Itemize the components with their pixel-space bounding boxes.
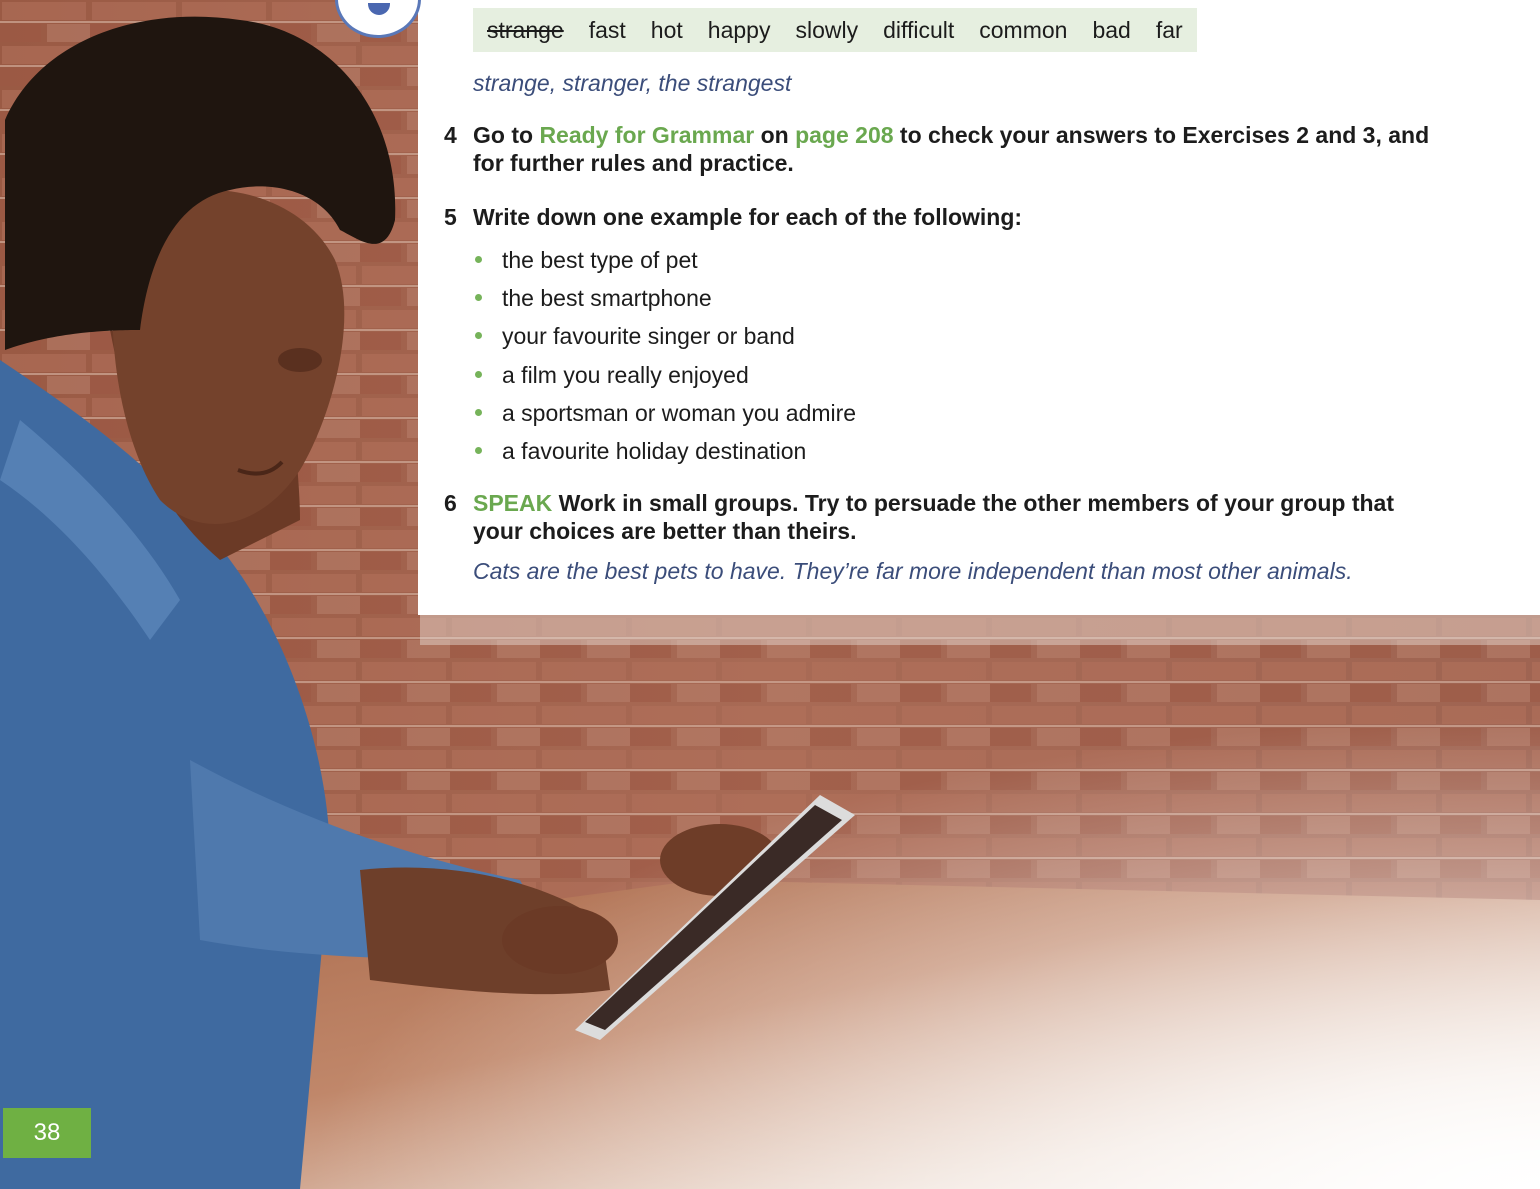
list-item: the best smartphone [473,284,856,322]
speech-icon [368,3,390,15]
list-item: your favourite singer or band [473,322,856,360]
exercise-4-text-a: Go to [473,122,540,148]
exercise-6-text: SPEAK Work in small groups. Try to persu… [473,489,1444,545]
word-happy: happy [707,16,771,43]
exercise-number: 5 [444,204,457,230]
list-item-text: your favourite singer or band [502,323,795,350]
list-item: a film you really enjoyed [473,361,856,399]
bullet-icon [475,332,482,340]
exercise-4: 4 Go to Ready for Grammar on page 208 to… [444,121,1444,177]
example-comparatives: strange, stranger, the strangest [473,70,792,96]
list-item: a favourite holiday destination [473,437,856,475]
exercise-number: 6 [444,490,457,516]
list-item-text: a favourite holiday destination [502,437,807,464]
page-208-link[interactable]: page 208 [795,122,893,148]
list-item-text: a sportsman or woman you admire [502,399,857,426]
word-common: common [979,16,1068,43]
bullet-icon [475,446,482,454]
exercise-number: 4 [444,122,457,148]
exercise-5-instruction: Write down one example for each of the f… [473,204,1023,230]
speak-label: SPEAK [473,490,553,516]
page-number: 38 [3,1108,91,1158]
example-persuasion: Cats are the best pets to have. They’re … [473,558,1353,584]
word-strange: strange [487,16,564,43]
word-bad: bad [1092,16,1131,43]
word-slowly: slowly [795,16,859,43]
exercise-5-list: the best type of pet the best smartphone… [473,246,856,475]
exercise-4-text: Go to Ready for Grammar on page 208 to c… [473,121,1444,177]
exercise-4-text-b: on [754,122,796,148]
word-box: strange fast hot happy slowly difficult … [473,8,1197,52]
word-hot: hot [650,16,683,43]
word-far: far [1155,16,1183,43]
list-item: the best type of pet [473,246,856,284]
list-item-text: a film you really enjoyed [502,361,749,388]
bullet-icon [475,408,482,416]
ready-for-grammar-link[interactable]: Ready for Grammar [539,122,754,148]
list-item-text: the best type of pet [502,247,698,273]
exercise-6-instruction: Work in small groups. Try to persuade th… [473,490,1395,544]
list-item-text: the best smartphone [502,285,712,312]
bullet-icon [475,370,482,378]
word-fast: fast [588,16,626,43]
exercise-6: 6 SPEAK Work in small groups. Try to per… [444,489,1444,545]
bullet-icon [475,294,482,302]
exercise-5: 5 Write down one example for each of the… [444,203,1444,231]
word-difficult: difficult [883,16,955,43]
bullet-icon [475,256,482,263]
list-item: a sportsman or woman you admire [473,399,856,437]
